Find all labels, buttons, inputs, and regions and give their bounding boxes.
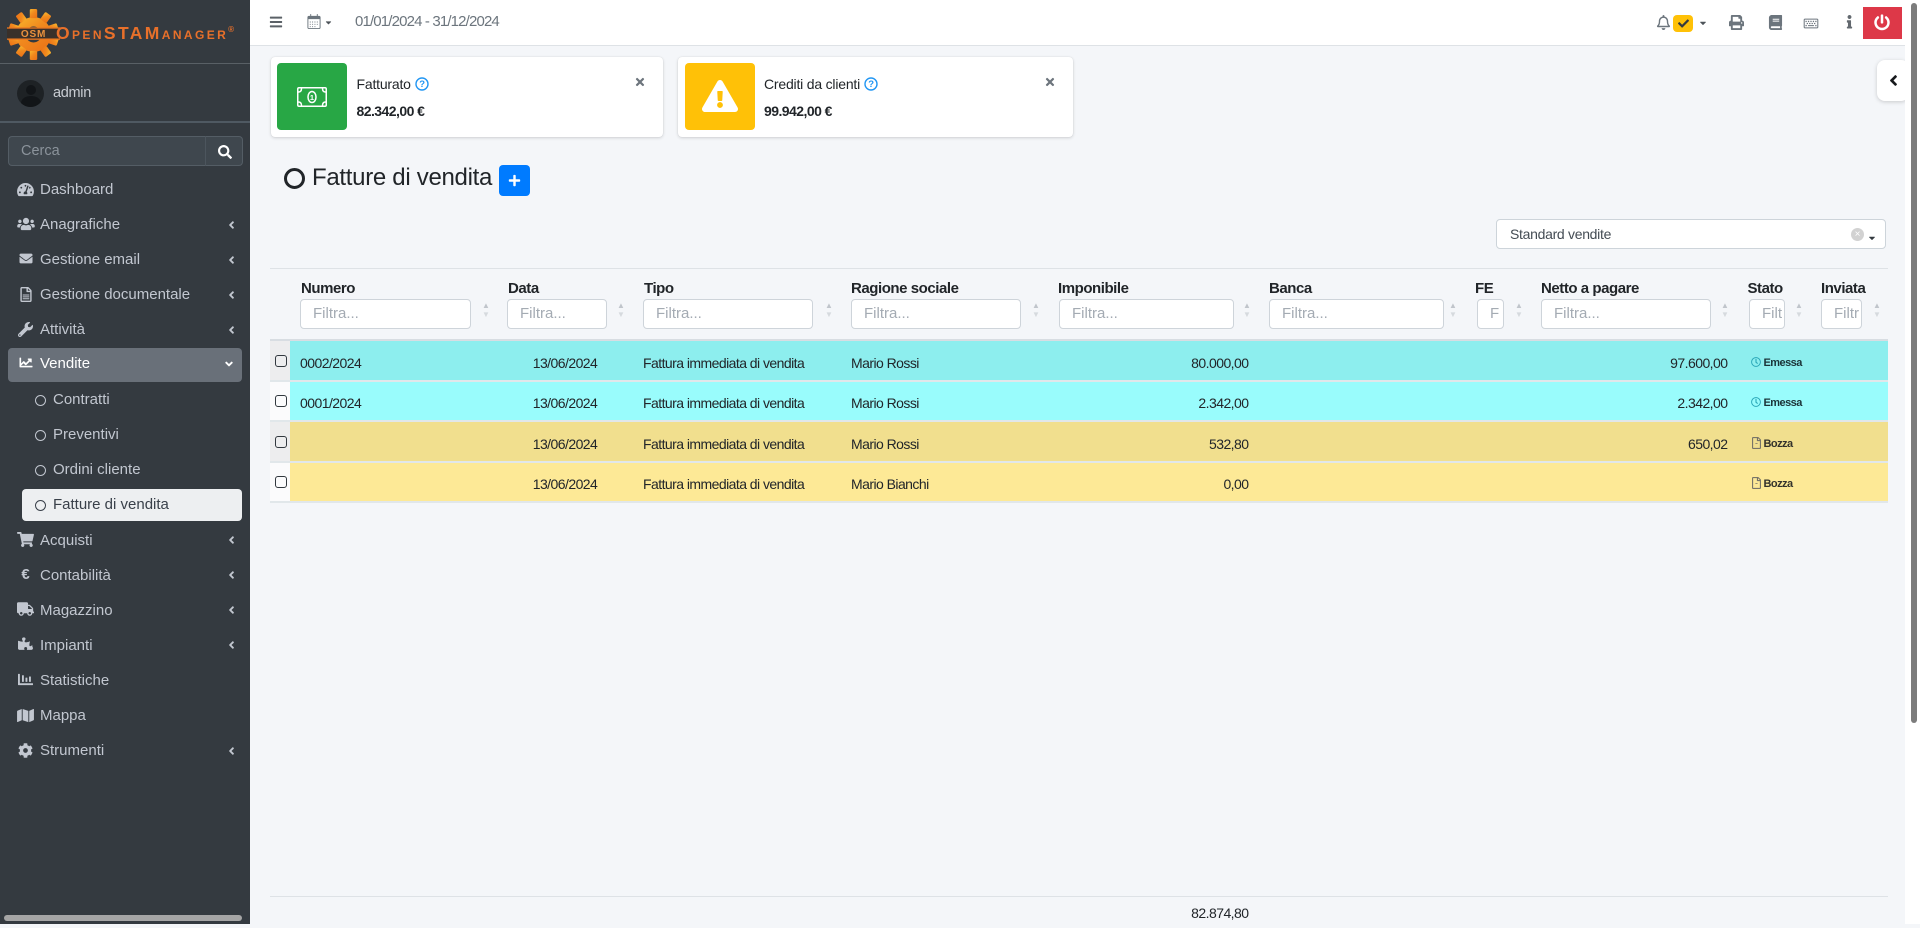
svg-text:OSM: OSM <box>21 28 46 39</box>
svg-text:?: ? <box>868 79 874 90</box>
svg-text:1: 1 <box>310 92 314 101</box>
svg-text:?: ? <box>419 79 425 90</box>
